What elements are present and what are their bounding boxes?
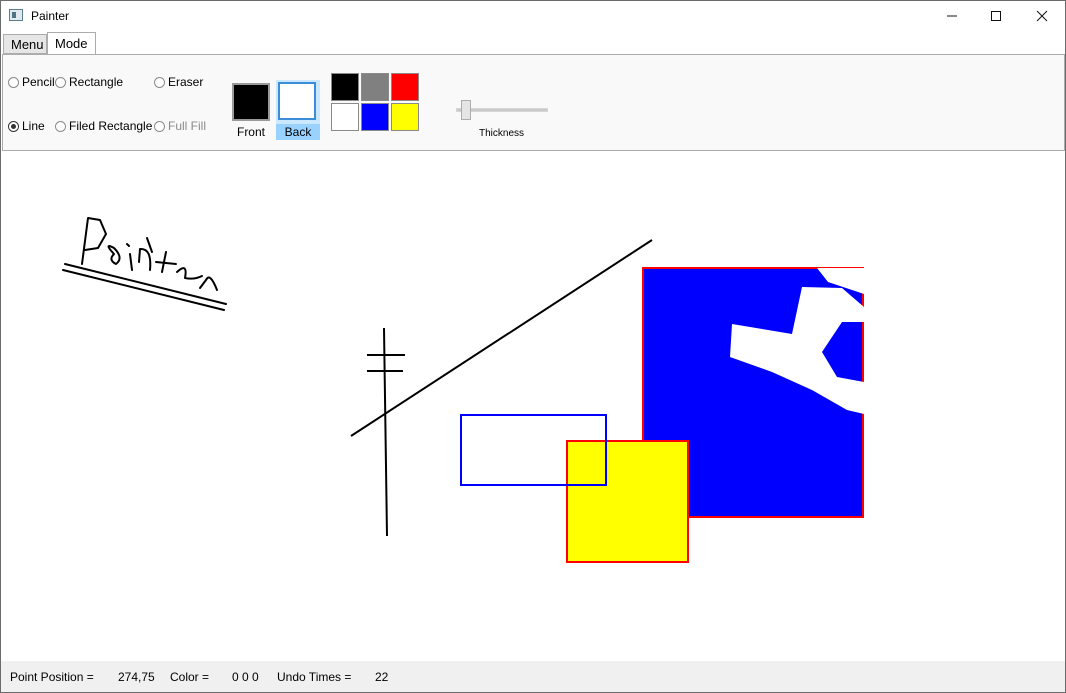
maximize-button[interactable]: [973, 1, 1019, 31]
tab-menu[interactable]: Menu: [3, 34, 47, 54]
radio-full-fill-label: Full Fill: [168, 119, 206, 133]
undo-times-value: 22: [375, 670, 389, 684]
radio-pencil[interactable]: Pencil: [8, 75, 55, 89]
point-position-value: 274,75: [118, 670, 155, 684]
radio-filled-rectangle-label: Filed Rectangle: [69, 119, 153, 133]
palette-yellow[interactable]: [391, 103, 419, 131]
radio-dot: [55, 76, 66, 88]
radio-full-fill: Full Fill: [154, 119, 206, 133]
color-label: Color =: [170, 670, 210, 684]
maximize-icon: [991, 11, 1001, 21]
app-window: Painter Menu Mode Pencil Rectangle Erase…: [0, 0, 1066, 693]
radio-dot: [55, 120, 66, 132]
radio-pencil-label: Pencil: [22, 75, 55, 89]
thickness-label: Thickness: [479, 128, 525, 139]
palette-black[interactable]: [331, 73, 359, 101]
window-title: Painter: [31, 9, 70, 23]
radio-eraser-label: Eraser: [168, 75, 204, 89]
radio-dot: [8, 76, 19, 88]
radio-line[interactable]: Line: [8, 119, 45, 133]
minimize-icon: [947, 15, 957, 17]
front-color-label: Front: [236, 125, 265, 139]
palette-blue[interactable]: [361, 103, 389, 131]
title-bar: Painter: [1, 1, 1065, 32]
handwritten-painter-text: [62, 217, 227, 311]
radio-filled-rectangle[interactable]: Filed Rectangle: [55, 119, 152, 133]
close-button[interactable]: [1019, 1, 1065, 31]
canvas-drawing: [62, 217, 864, 563]
front-color-swatch[interactable]: [232, 83, 270, 121]
close-icon: [1036, 10, 1048, 22]
app-icon: [9, 9, 23, 21]
minimize-button[interactable]: [929, 1, 975, 31]
undo-times-label: Undo Times =: [277, 670, 352, 684]
radio-dot: [154, 76, 165, 88]
palette-gray[interactable]: [361, 73, 389, 101]
point-position-label: Point Position =: [10, 670, 94, 684]
color-value: 0 0 0: [232, 670, 259, 684]
radio-rectangle[interactable]: Rectangle: [55, 75, 123, 89]
yellow-filled-rectangle: [566, 440, 689, 563]
radio-dot-checked: [8, 120, 19, 132]
back-color-label: Back: [284, 125, 312, 139]
drawing-canvas[interactable]: [2, 152, 1065, 660]
tab-mode[interactable]: Mode: [47, 32, 96, 55]
palette-red[interactable]: [391, 73, 419, 101]
mode-toolbar: Pencil Rectangle Eraser Line Filed Recta…: [2, 54, 1065, 151]
radio-rectangle-label: Rectangle: [69, 75, 124, 89]
radio-eraser[interactable]: Eraser: [154, 75, 203, 89]
back-color-swatch[interactable]: [278, 82, 316, 120]
palette-white[interactable]: [331, 103, 359, 131]
radio-dot: [154, 120, 165, 132]
status-bar: Point Position = 274,75 Color = 0 0 0 Un…: [1, 661, 1065, 692]
radio-line-label: Line: [22, 119, 45, 133]
thickness-slider-thumb[interactable]: [461, 100, 471, 120]
